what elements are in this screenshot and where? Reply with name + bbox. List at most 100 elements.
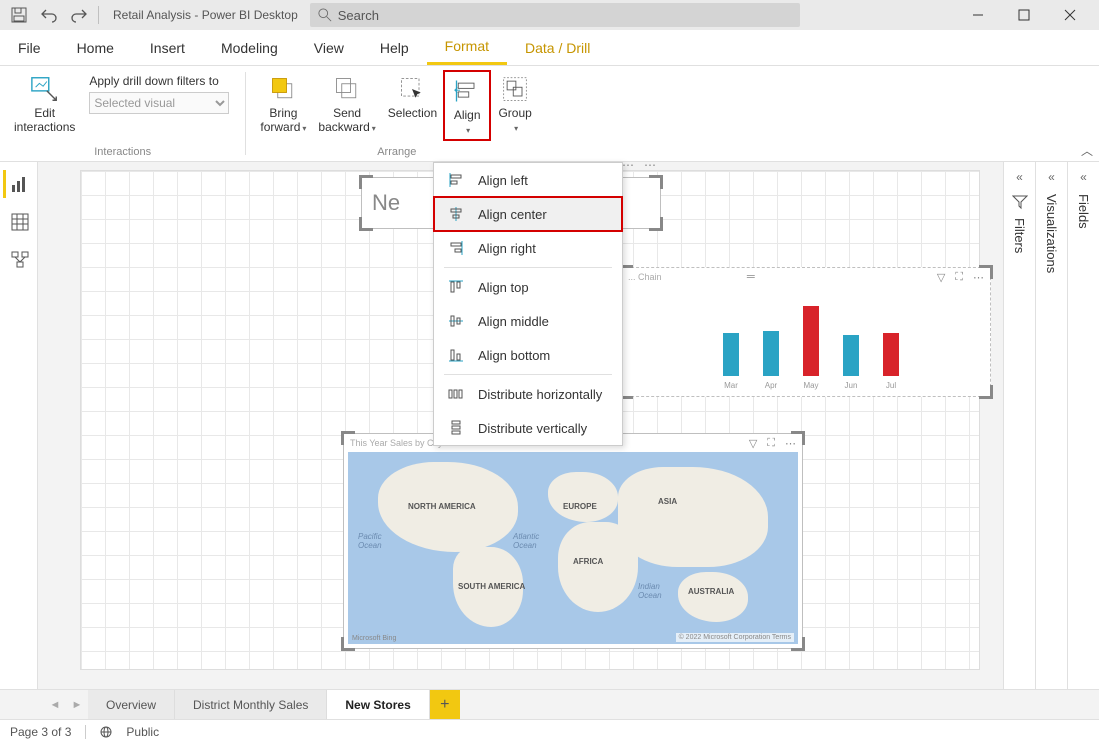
filter-icon: [1012, 194, 1028, 210]
close-button[interactable]: [1047, 0, 1093, 30]
resize-handle[interactable]: [649, 175, 663, 189]
page-tab-newstores[interactable]: New Stores: [327, 690, 429, 719]
chart-bars: [642, 306, 980, 376]
tab-insert[interactable]: Insert: [132, 30, 203, 65]
report-icon: [11, 175, 29, 193]
align-bottom-item[interactable]: Align bottom: [434, 338, 622, 372]
search-icon: [318, 8, 332, 22]
search-box[interactable]: Search: [310, 3, 800, 27]
status-bar: Page 3 of 3 Public: [0, 719, 1099, 743]
chart-bar: [723, 333, 739, 376]
group-icon: [501, 75, 529, 103]
align-top-item[interactable]: Align top: [434, 270, 622, 304]
tab-format[interactable]: Format: [427, 30, 507, 65]
group-button[interactable]: Group▾: [491, 70, 539, 137]
search-placeholder: Search: [338, 8, 379, 23]
filters-pane[interactable]: « Filters: [1003, 162, 1035, 689]
more-options-icon[interactable]: ⋯: [785, 437, 796, 450]
title-bar: Retail Analysis - Power BI Desktop Searc…: [0, 0, 1099, 30]
ribbon-group-arrange: Bring forward▾ Send backward▾ Selection …: [246, 66, 547, 161]
tab-nav-prev[interactable]: ◄: [44, 690, 66, 719]
chevron-left-icon: «: [1016, 170, 1023, 184]
tab-home[interactable]: Home: [59, 30, 132, 65]
align-right-icon: [448, 240, 464, 256]
page-tabs: ◄ ► Overview District Monthly Sales New …: [0, 689, 1099, 719]
tab-nav-next[interactable]: ►: [66, 690, 88, 719]
fields-pane[interactable]: « Fields: [1067, 162, 1099, 689]
table-icon: [11, 213, 29, 231]
tab-view[interactable]: View: [296, 30, 362, 65]
align-button[interactable]: Align▾: [443, 70, 491, 141]
distribute-h-icon: [448, 386, 464, 402]
chevron-left-icon: «: [1080, 170, 1087, 184]
ribbon-group-interactions: Edit interactions Apply drill down filte…: [0, 66, 245, 161]
focus-icon[interactable]: ⛶: [767, 437, 775, 450]
minimize-button[interactable]: [955, 0, 1001, 30]
distribute-v-icon: [448, 420, 464, 436]
resize-handle[interactable]: [359, 217, 373, 231]
align-center-item[interactable]: Align center: [434, 197, 622, 231]
align-bottom-icon: [448, 347, 464, 363]
send-backward-icon: [333, 75, 361, 103]
chart-xlabels: MarAprMayJunJul: [642, 381, 980, 390]
align-icon: [453, 77, 481, 105]
drag-handle-icon[interactable]: ⋯: [622, 162, 634, 172]
more-options-icon[interactable]: ⋯: [973, 271, 984, 284]
align-menu: Align left Align center Align right Alig…: [433, 162, 623, 446]
resize-handle[interactable]: [649, 217, 663, 231]
selection-button[interactable]: Selection: [382, 70, 443, 122]
map-visual[interactable]: ═▽⛶⋯ This Year Sales by City and Chain N…: [343, 433, 803, 649]
edit-interactions-icon: [30, 74, 60, 104]
chart-bar: [883, 333, 899, 376]
page-tab-dms[interactable]: District Monthly Sales: [175, 690, 327, 719]
resize-handle[interactable]: [979, 385, 993, 399]
align-left-item[interactable]: Align left: [434, 163, 622, 197]
filter-icon[interactable]: ▽: [749, 437, 757, 450]
apply-drill-select[interactable]: Selected visual: [89, 92, 229, 114]
chart-bar: [843, 335, 859, 376]
save-button[interactable]: [6, 2, 32, 28]
visualizations-pane[interactable]: « Visualizations: [1035, 162, 1067, 689]
focus-icon[interactable]: ⛶: [955, 271, 963, 284]
resize-handle[interactable]: [359, 175, 373, 189]
align-top-icon: [448, 279, 464, 295]
drag-handle-icon[interactable]: ═: [747, 271, 755, 283]
align-center-icon: [448, 206, 464, 222]
tab-datadrill[interactable]: Data / Drill: [507, 30, 608, 65]
collapse-ribbon-button[interactable]: ︿: [1081, 142, 1093, 159]
chart-visual[interactable]: ═▽⛶⋯ ... Chain MarAprMayJunJul: [621, 267, 991, 397]
bring-forward-button[interactable]: Bring forward▾: [254, 70, 312, 137]
filter-icon[interactable]: ▽: [937, 271, 945, 284]
chart-bar: [803, 306, 819, 376]
chevron-left-icon: «: [1048, 170, 1055, 184]
redo-button[interactable]: [66, 2, 92, 28]
tab-modeling[interactable]: Modeling: [203, 30, 296, 65]
send-backward-button[interactable]: Send backward▾: [312, 70, 381, 137]
distribute-h-item[interactable]: Distribute horizontally: [434, 377, 622, 411]
align-middle-item[interactable]: Align middle: [434, 304, 622, 338]
model-view-button[interactable]: [3, 246, 35, 274]
collapsed-panes: « Filters « Visualizations « Fields: [1003, 162, 1099, 689]
align-left-icon: [448, 172, 464, 188]
distribute-v-item[interactable]: Distribute vertically: [434, 411, 622, 445]
report-view-button[interactable]: [3, 170, 35, 198]
tab-help[interactable]: Help: [362, 30, 427, 65]
align-right-item[interactable]: Align right: [434, 231, 622, 265]
app-title: Retail Analysis - Power BI Desktop: [113, 8, 298, 22]
chart-bar: [763, 331, 779, 376]
align-middle-icon: [448, 313, 464, 329]
edit-interactions-button[interactable]: Edit interactions: [8, 70, 81, 137]
bring-forward-icon: [269, 75, 297, 103]
resize-handle[interactable]: [341, 431, 355, 445]
undo-button[interactable]: [36, 2, 62, 28]
maximize-button[interactable]: [1001, 0, 1047, 30]
view-bar: [0, 162, 38, 689]
add-page-button[interactable]: +: [430, 690, 460, 719]
data-view-button[interactable]: [3, 208, 35, 236]
more-options-icon[interactable]: ⋯: [644, 162, 656, 172]
tab-file[interactable]: File: [0, 30, 59, 65]
menu-bar: File Home Insert Modeling View Help Form…: [0, 30, 1099, 66]
map-body: NORTH AMERICA SOUTH AMERICA EUROPE AFRIC…: [348, 452, 798, 644]
model-icon: [11, 251, 29, 269]
page-tab-overview[interactable]: Overview: [88, 690, 175, 719]
